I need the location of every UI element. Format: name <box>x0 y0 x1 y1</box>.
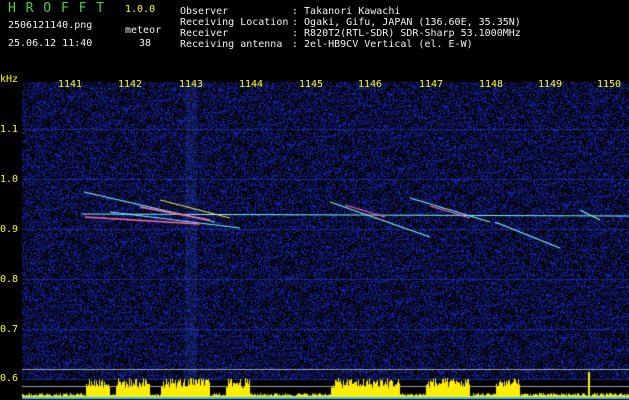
datetime-label: 25.06.12 11:40 <box>8 38 93 49</box>
info-value-antenna: : 2el-HB9CV Vertical (el. E-W) <box>292 39 473 50</box>
x-tick-1143: 1143 <box>179 79 204 90</box>
x-tick-1148: 1148 <box>479 79 504 90</box>
y-tick-1-1: 1.1 <box>0 124 19 135</box>
app-version: 1.0.0 <box>125 4 156 15</box>
x-tick-1142: 1142 <box>118 79 143 90</box>
x-tick-1149: 1149 <box>538 79 563 90</box>
x-tick-1150: 1150 <box>597 79 622 90</box>
header-panel: H R O F F T 1.0.0 2506121140.png 25.06.1… <box>0 0 629 72</box>
hrofft-display: H R O F F T 1.0.0 2506121140.png 25.06.1… <box>0 0 629 400</box>
filename-label: 2506121140.png <box>8 20 93 31</box>
spectrogram-canvas <box>0 72 629 400</box>
x-tick-1141: 1141 <box>58 79 83 90</box>
x-tick-1145: 1145 <box>299 79 324 90</box>
x-tick-1147: 1147 <box>419 79 444 90</box>
meteor-count: 38 <box>139 38 152 49</box>
y-axis-unit: kHz <box>0 74 19 85</box>
y-tick-0-7: 0.7 <box>0 324 19 335</box>
app-title: H R O F F T <box>8 1 106 16</box>
x-tick-1146: 1146 <box>358 79 383 90</box>
info-key-antenna: Receiving antenna <box>180 39 283 50</box>
meteor-label: meteor <box>125 25 162 36</box>
y-tick-0-9: 0.9 <box>0 224 19 235</box>
y-tick-0-8: 0.8 <box>0 274 19 285</box>
x-tick-1144: 1144 <box>239 79 264 90</box>
y-tick-1-0: 1.0 <box>0 174 19 185</box>
y-tick-0-6: 0.6 <box>0 373 19 384</box>
